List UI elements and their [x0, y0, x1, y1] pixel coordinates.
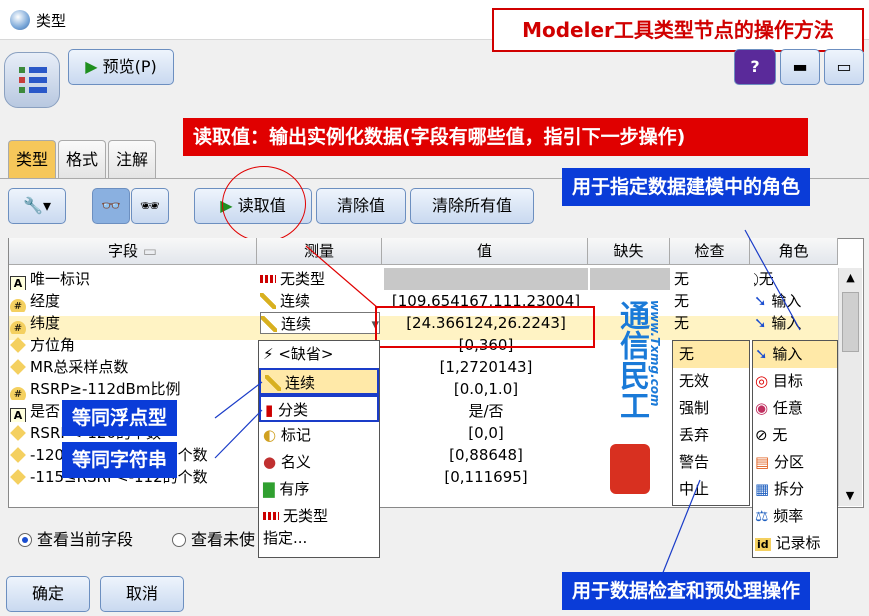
radio-on-icon [18, 533, 32, 547]
annotation-lines [214, 229, 801, 581]
view-unused-radio[interactable]: 查看未使 [172, 526, 255, 550]
cancel-button[interactable]: 取消 [100, 576, 184, 612]
check-annotation: 用于数据检查和预处理操作 [562, 572, 811, 610]
view-current-radio[interactable]: 查看当前字段 [18, 526, 133, 550]
radio-off-icon [172, 533, 186, 547]
ok-button[interactable]: 确定 [6, 576, 90, 612]
